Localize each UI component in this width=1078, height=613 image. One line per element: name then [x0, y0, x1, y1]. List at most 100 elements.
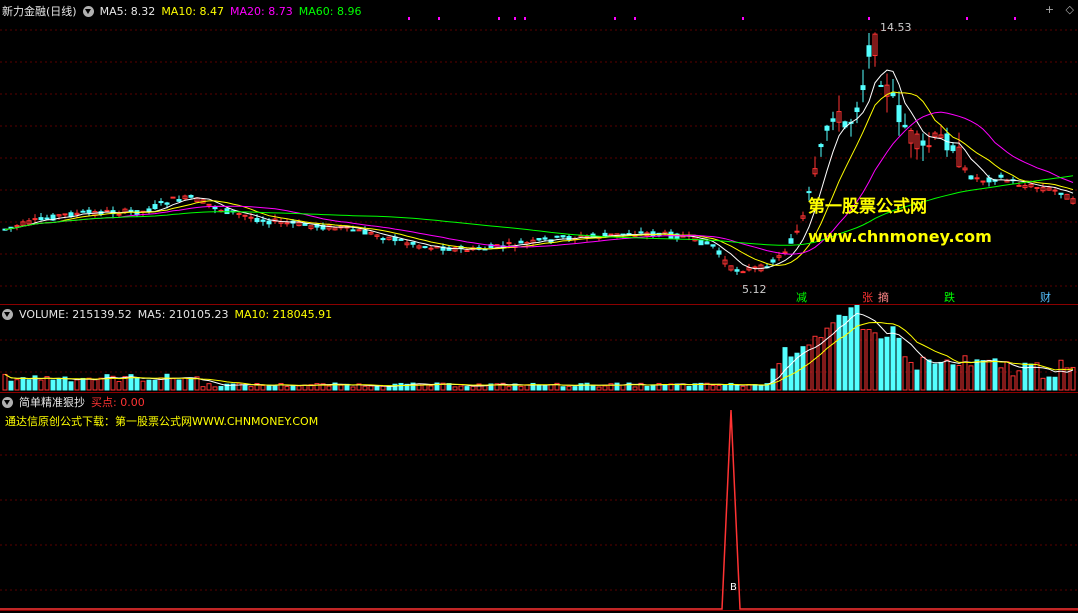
event-tag-5[interactable]: 财: [1040, 289, 1051, 305]
volume-bar: [290, 385, 296, 391]
dropdown-circle-icon[interactable]: [2, 308, 13, 320]
volume-bar: [524, 384, 530, 391]
volume-bar: [152, 379, 158, 391]
volume-bar: [422, 384, 428, 391]
candle-body: [170, 196, 176, 199]
candle-body: [1058, 192, 1064, 195]
volume-bar: [458, 385, 464, 391]
volume-bar: [1046, 376, 1052, 391]
candle-body: [608, 233, 614, 236]
event-tag-1[interactable]: 减: [796, 289, 807, 305]
candle-body: [866, 45, 872, 57]
volume-bar: [596, 386, 602, 391]
volume-bar: [710, 384, 716, 391]
volume-bar: [104, 374, 110, 391]
volume-bar: [164, 373, 170, 391]
volume-bar: [902, 356, 908, 391]
dropdown-circle-icon[interactable]: [2, 396, 13, 408]
candle-body: [254, 218, 260, 223]
low-price-label: 5.12: [742, 283, 767, 296]
candle-body: [788, 238, 794, 244]
volume-bar: [140, 380, 146, 391]
volume-bar: [836, 314, 842, 391]
candle-body: [224, 208, 230, 215]
candle-body: [206, 203, 212, 206]
candle-body: [968, 175, 974, 180]
volume-bar: [50, 379, 56, 391]
volume-bar: [464, 386, 470, 391]
candle-body: [770, 259, 776, 263]
candle-body: [830, 118, 836, 122]
volume-bar: [380, 385, 386, 391]
candle-body: [32, 218, 38, 221]
watermark-cn: 第一股票公式网: [808, 197, 927, 217]
volume-bar: [548, 384, 554, 391]
candle-body: [536, 238, 542, 241]
candle-body: [716, 250, 722, 255]
volume-bar: [1040, 377, 1046, 391]
volume-bar: [722, 384, 728, 391]
volume-bar: [374, 386, 380, 391]
candle-body: [1052, 189, 1058, 192]
candle-body: [542, 237, 548, 240]
volume-bar: [770, 368, 776, 391]
volume-bar: [968, 365, 974, 391]
volume-bar: [284, 385, 290, 391]
volume-bar: [566, 385, 572, 391]
volume-bar: [14, 379, 20, 391]
volume-bar: [932, 363, 938, 391]
volume-bar: [68, 381, 74, 391]
buy-signal-spike: [0, 409, 1078, 610]
event-dot: [966, 17, 968, 20]
volume-bar: [518, 385, 524, 391]
candle-body: [266, 220, 272, 225]
candle-body: [62, 213, 68, 216]
volume-bar: [236, 382, 242, 391]
indicator-panel-header: 简单精准狠抄 买点: 0.00: [2, 393, 151, 411]
event-tag-2[interactable]: 张: [862, 289, 873, 305]
volume-bar: [188, 377, 194, 391]
volume-bar: [200, 386, 206, 391]
volume-bar: [212, 386, 218, 391]
candle-body: [890, 92, 896, 97]
volume-bar: [386, 386, 392, 391]
volume-bar: [1028, 363, 1034, 391]
candle-body: [86, 209, 92, 213]
candle-body: [350, 229, 356, 232]
volume-bar: [506, 386, 512, 391]
volume-bar: [338, 384, 344, 391]
volume-bar: [98, 377, 104, 391]
candle-body: [242, 214, 248, 217]
candle-body: [248, 216, 254, 219]
volume-bar: [602, 385, 608, 391]
volume-ma10: MA10: 218045.91: [234, 307, 333, 321]
volume-bar: [1004, 361, 1010, 391]
volume-bar: [938, 361, 944, 391]
candle-body: [902, 124, 908, 128]
event-tag-3[interactable]: 摘: [878, 289, 889, 305]
volume-bar: [740, 385, 746, 391]
formula-download-note: 通达信原创公式下载：第一股票公式网WWW.CHNMONEY.COM: [5, 415, 319, 428]
volume-bar: [266, 384, 272, 391]
volume-bar: [260, 384, 266, 391]
volume-bar: [2, 373, 8, 391]
indicator-title: 简单精准狠抄: [19, 396, 85, 409]
candle-body: [428, 247, 434, 250]
candle-body: [104, 209, 110, 212]
watermark-url: www.chnmoney.com: [808, 227, 992, 246]
volume-bar: [758, 385, 764, 391]
volume-bar: [662, 383, 668, 391]
candle-body: [980, 180, 986, 183]
volume-bar: [974, 359, 980, 391]
candle-body: [854, 107, 860, 113]
candle-body: [1016, 184, 1022, 187]
event-tag-4[interactable]: 跌: [944, 289, 955, 305]
volume-bar: [20, 377, 26, 391]
volume-bar: [8, 380, 14, 391]
candle-body: [794, 230, 800, 233]
volume-bar: [590, 385, 596, 391]
volume-bar: [950, 364, 956, 391]
volume-bar: [650, 384, 656, 391]
volume-bar: [644, 385, 650, 391]
volume-bar: [962, 355, 968, 391]
